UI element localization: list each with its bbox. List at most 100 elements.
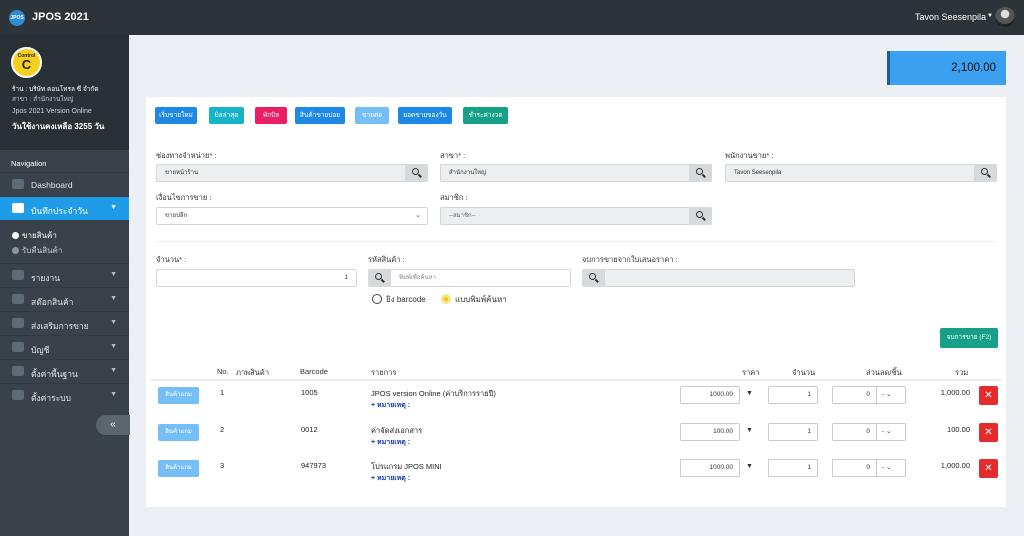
- sidebar-item-label: บันทึกประจำวัน: [31, 206, 88, 216]
- circle-icon: [12, 232, 19, 239]
- sidebar-subitem-return[interactable]: รับคืนสินค้า: [12, 244, 62, 257]
- row-total: 1,000.00: [940, 388, 970, 397]
- sidebar-item-label: สต๊อกสินค้า: [31, 297, 74, 307]
- shop-logo: Control C: [11, 47, 42, 78]
- row-total: 1,000.00: [940, 461, 970, 470]
- staff-search-button[interactable]: [974, 164, 997, 182]
- chevron-down-icon: ▼: [110, 343, 117, 350]
- table-row: สินค้าแถม 1 1005 JPOS version Online (ค่…: [150, 382, 1002, 419]
- tag-icon: [12, 318, 24, 328]
- qty-input[interactable]: 1: [156, 269, 357, 287]
- discount-unit: -: [882, 464, 885, 471]
- collapse-sidebar-button[interactable]: «: [96, 415, 130, 435]
- sidebar-item-label: บัญชี: [31, 345, 50, 355]
- sidebar-item-basic-settings[interactable]: ตั้งค่าพื้นฐาน ▼: [0, 359, 129, 383]
- sidebar-item-reports[interactable]: รายงาน ▼: [0, 263, 129, 287]
- member-field[interactable]: --สมาชิก--: [440, 207, 690, 225]
- end-sale-button[interactable]: จบการขาย (F2): [940, 328, 998, 348]
- continue-sale-button[interactable]: ขายต่อ: [355, 107, 389, 124]
- branch-name: สาขา : สำนักงานใหญ่: [12, 96, 74, 103]
- sidebar-item-promotion[interactable]: ส่งเสริมการขาย ▼: [0, 311, 129, 335]
- chevron-down-icon: ▼: [110, 319, 117, 326]
- sidebar-item-dashboard[interactable]: Dashboard: [0, 172, 129, 196]
- discount-unit: -: [882, 391, 885, 398]
- member-search-button[interactable]: [689, 207, 712, 225]
- table-row: สินค้าแถม 3 947973 โปรแกรม JPOS MINI + ห…: [150, 455, 1002, 492]
- table-header-divider: [150, 379, 1002, 381]
- free-item-button[interactable]: สินค้าแถม: [158, 460, 199, 477]
- top-bar: JPOS JPOS 2021 Tavon Seesenpila ▼: [0, 0, 1024, 35]
- discount-input[interactable]: 0: [832, 386, 877, 404]
- version-text: Jpos 2021 Version Online: [12, 108, 92, 115]
- frequent-items-button[interactable]: สินค้าขายบ่อย: [295, 107, 345, 124]
- section-divider: [156, 241, 996, 242]
- qty-input[interactable]: 1: [768, 423, 818, 441]
- app-logo: JPOS: [9, 10, 25, 26]
- discount-type-select[interactable]: - ⌄: [876, 386, 906, 404]
- price-input[interactable]: 1000.00: [680, 386, 740, 404]
- pay-installment-button[interactable]: ชำระค่างวด: [463, 107, 508, 124]
- col-image: ภาพสินค้า: [236, 368, 270, 377]
- price-input[interactable]: 1000.00: [680, 459, 740, 477]
- sidebar-item-accounting[interactable]: บัญชี ▼: [0, 335, 129, 359]
- add-note-link[interactable]: + หมายเหตุ :: [371, 400, 410, 411]
- staff-field[interactable]: Tavon Seesenpila: [725, 164, 975, 182]
- col-qty: จำนวน: [792, 368, 816, 377]
- qty-input[interactable]: 1: [768, 386, 818, 404]
- radio-type-search[interactable]: แบบพิมพ์ค้นหา: [441, 293, 507, 306]
- price-input[interactable]: 100.00: [680, 423, 740, 441]
- delete-row-button[interactable]: ✕: [979, 386, 998, 405]
- branch-field[interactable]: สำนักงานใหญ่: [440, 164, 690, 182]
- col-discount: ส่วนลด/ชิ้น: [866, 368, 902, 377]
- sidebar-item-system-settings[interactable]: ตั้งค่าระบบ ▼: [0, 383, 129, 407]
- dashboard-icon: [12, 179, 24, 189]
- caret-down-icon[interactable]: ▼: [746, 427, 753, 434]
- monitor-icon: [12, 342, 24, 352]
- sidebar-item-label: Dashboard: [31, 180, 73, 190]
- delete-row-button[interactable]: ✕: [979, 459, 998, 478]
- free-item-button[interactable]: สินค้าแถม: [158, 387, 199, 404]
- avatar[interactable]: [995, 7, 1015, 27]
- last-bill-button[interactable]: บิลล่าสุด: [209, 107, 244, 124]
- sidebar-item-stock[interactable]: สต๊อกสินค้า ▼: [0, 287, 129, 311]
- product-search-button[interactable]: [368, 269, 391, 287]
- sidebar-item-label: ส่งเสริมการขาย: [31, 321, 89, 331]
- member-label: สมาชิก :: [440, 193, 468, 202]
- sidebar-item-daily-record[interactable]: บันทึกประจำวัน ▼: [0, 196, 129, 220]
- free-item-button[interactable]: สินค้าแถม: [158, 424, 199, 441]
- radio-search-label: แบบพิมพ์ค้นหา: [455, 295, 507, 304]
- product-code-input[interactable]: พิมพ์เพื่อค้นหา: [390, 269, 571, 287]
- sidebar-subitem-sell[interactable]: ขายสินค้า: [12, 229, 57, 242]
- daily-sales-button[interactable]: ยอดขายของวัน: [398, 107, 452, 124]
- quote-search-button[interactable]: [582, 269, 605, 287]
- quote-input[interactable]: [604, 269, 855, 287]
- delete-row-button[interactable]: ✕: [979, 423, 998, 442]
- caret-down-icon[interactable]: ▼: [746, 390, 753, 397]
- discount-type-select[interactable]: - ⌄: [876, 459, 906, 477]
- hold-bill-button[interactable]: พักบิล: [255, 107, 287, 124]
- new-sale-button[interactable]: เริ่มขายใหม่: [155, 107, 197, 124]
- channel-search-button[interactable]: [405, 164, 428, 182]
- sale-panel: เริ่มขายใหม่ บิลล่าสุด พักบิล สินค้าขายบ…: [146, 97, 1006, 507]
- chevron-down-icon: ▼: [110, 271, 117, 278]
- discount-input[interactable]: 0: [832, 459, 877, 477]
- add-note-link[interactable]: + หมายเหตุ :: [371, 473, 410, 484]
- col-price: ราคา: [742, 368, 760, 377]
- wrench-icon: [12, 390, 24, 400]
- search-icon: [375, 273, 382, 280]
- radio-barcode[interactable]: ยิง barcode: [372, 293, 426, 306]
- condition-value: ขายปลีก: [165, 213, 188, 219]
- caret-down-icon[interactable]: ▼: [746, 463, 753, 470]
- sidebar-item-label: รายงาน: [31, 273, 61, 283]
- branch-search-button[interactable]: [689, 164, 712, 182]
- qty-input[interactable]: 1: [768, 459, 818, 477]
- caret-down-icon[interactable]: ▼: [987, 13, 993, 19]
- channel-field[interactable]: ขายหน้าร้าน: [156, 164, 406, 182]
- condition-select[interactable]: ขายปลีก ⌄: [156, 207, 428, 225]
- chevron-down-icon: ▼: [110, 391, 117, 398]
- user-menu[interactable]: Tavon Seesenpila: [915, 12, 986, 22]
- row-barcode: 0012: [301, 425, 318, 434]
- add-note-link[interactable]: + หมายเหตุ :: [371, 437, 410, 448]
- discount-type-select[interactable]: - ⌄: [876, 423, 906, 441]
- discount-input[interactable]: 0: [832, 423, 877, 441]
